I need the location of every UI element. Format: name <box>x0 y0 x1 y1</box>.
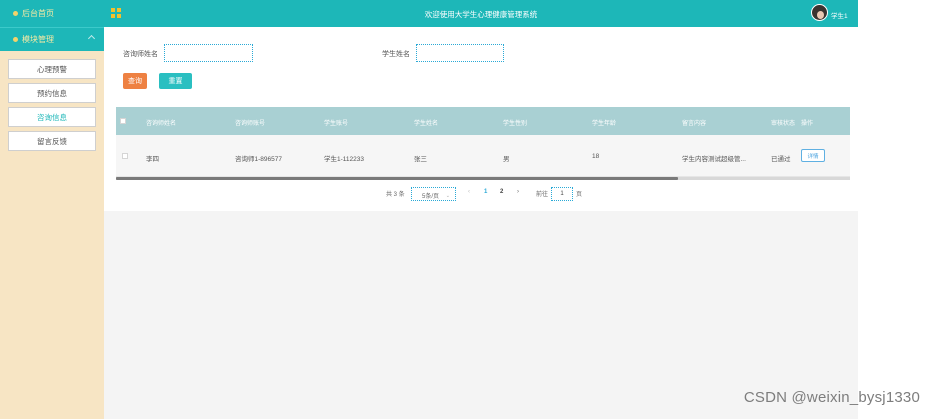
page-size-value: 5条/页 <box>422 194 440 200</box>
column-header: 学生年龄 <box>592 121 617 127</box>
row-checkbox[interactable] <box>122 153 128 159</box>
goto-label: 前往 <box>536 192 549 198</box>
sidebar-item-warning[interactable]: 心理预警 <box>8 59 96 79</box>
column-header: 学生性别 <box>503 121 528 127</box>
pagination-total: 共 3 条 <box>386 192 405 198</box>
column-header: 操作 <box>801 121 814 127</box>
watermark: CSDN @weixin_bysj1330 <box>743 389 920 406</box>
page-title: 欢迎使用大学生心理健康管理系统 <box>424 10 538 19</box>
student-name-input[interactable] <box>416 44 504 62</box>
top-header: 欢迎使用大学生心理健康管理系统 学生1 <box>104 0 858 27</box>
query-button[interactable]: 查询 <box>123 73 147 89</box>
sidebar-item-label: 咨询信息 <box>37 112 67 122</box>
next-page-button[interactable]: › <box>517 189 519 195</box>
module-icon <box>13 37 18 42</box>
home-icon <box>13 11 18 16</box>
consultant-account-cell: 咨询师1-896577 <box>235 156 282 163</box>
message-cell: 学生内容测试超级管... <box>682 156 746 163</box>
sidebar-item-label: 心理预警 <box>37 64 67 74</box>
column-header: 学生姓名 <box>414 121 439 127</box>
consultant-name-input[interactable] <box>164 44 253 62</box>
horizontal-scrollbar[interactable] <box>116 177 678 180</box>
student-name-cell: 张三 <box>414 156 427 163</box>
column-header: 咨询师账号 <box>235 121 266 127</box>
sidebar-home-label: 后台首页 <box>22 9 54 18</box>
sidebar-home[interactable]: 后台首页 <box>0 0 104 27</box>
main-content: 咨询师姓名 学生姓名 查询 重置 咨询师姓名 咨询师账号 学生账号 学生姓名 学… <box>104 27 858 419</box>
age-cell: 18 <box>592 153 600 160</box>
sidebar-module-label: 模块管理 <box>22 35 54 44</box>
detail-button[interactable]: 详情 <box>801 149 825 162</box>
sidebar-item-label: 留言反馈 <box>37 136 67 146</box>
sidebar: 后台首页 模块管理 心理预警 预约信息 咨询信息 留言反馈 <box>0 0 104 419</box>
sidebar-item-consultation[interactable]: 咨询信息 <box>8 107 96 127</box>
data-table: 咨询师姓名 咨询师账号 学生账号 学生姓名 学生性别 学生年龄 留言内容 审核状… <box>116 107 850 177</box>
user-name[interactable]: 学生1 <box>831 10 848 20</box>
avatar[interactable] <box>811 4 828 21</box>
gender-cell: 男 <box>503 156 510 163</box>
consultant-name-label: 咨询师姓名 <box>123 51 158 58</box>
column-header: 留言内容 <box>682 121 707 127</box>
sidebar-item-feedback[interactable]: 留言反馈 <box>8 131 96 151</box>
table-row[interactable]: 李四 咨询师1-896577 学生1-112233 张三 男 18 学生内容测试… <box>116 135 850 177</box>
sidebar-module-group[interactable]: 模块管理 <box>0 27 104 51</box>
goto-page-input[interactable]: 1 <box>551 187 573 201</box>
page-2-button[interactable]: 2 <box>500 189 503 195</box>
consultant-name-cell: 李四 <box>146 156 159 163</box>
table-header-row: 咨询师姓名 咨询师账号 学生账号 学生姓名 学生性别 学生年龄 留言内容 审核状… <box>116 107 850 135</box>
column-header: 学生账号 <box>324 121 349 127</box>
page-suffix: 页 <box>576 192 583 198</box>
chevron-up-icon <box>87 34 96 43</box>
student-account-cell: 学生1-112233 <box>324 156 364 163</box>
student-name-label: 学生姓名 <box>382 51 410 58</box>
reset-button[interactable]: 重置 <box>159 73 192 89</box>
column-header: 审核状态 <box>771 121 796 127</box>
page-1-button[interactable]: 1 <box>484 189 487 195</box>
column-header: 咨询师姓名 <box>146 121 177 127</box>
content-panel: 咨询师姓名 学生姓名 查询 重置 咨询师姓名 咨询师账号 学生账号 学生姓名 学… <box>104 27 858 211</box>
sidebar-item-appointment[interactable]: 预约信息 <box>8 83 96 103</box>
page-size-select[interactable]: 5条/页 ⌄ <box>411 187 456 201</box>
sidebar-item-label: 预约信息 <box>37 88 67 98</box>
status-cell: 已通过 <box>771 156 791 163</box>
select-all-checkbox[interactable] <box>120 118 126 124</box>
chevron-down-icon: ⌄ <box>445 193 450 199</box>
prev-page-button[interactable]: ‹ <box>468 189 470 195</box>
